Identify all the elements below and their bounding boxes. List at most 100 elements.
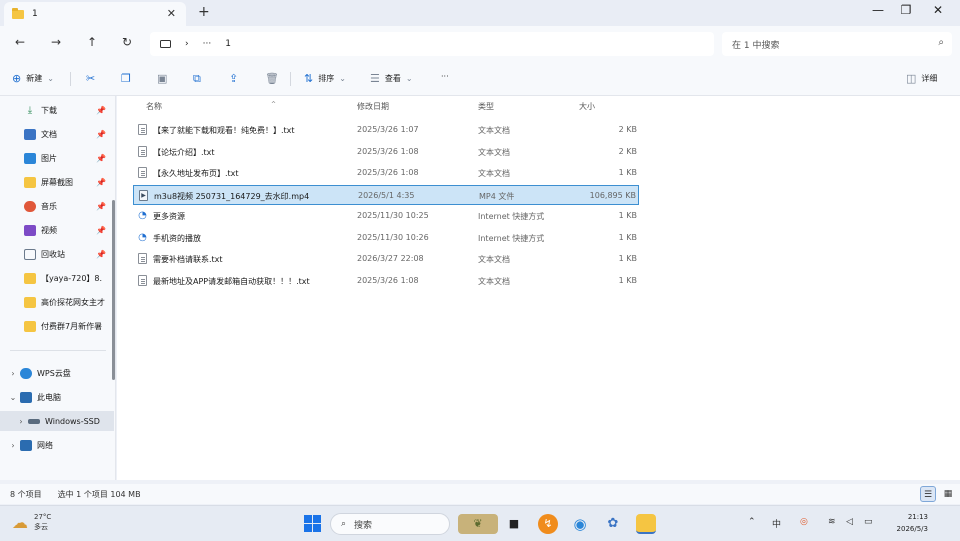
up-button[interactable]: ↑ [84, 35, 100, 49]
tab-title: 1 [32, 9, 38, 19]
rename-button[interactable]: ⧉ [193, 72, 201, 86]
more-options-button[interactable]: ··· [441, 72, 449, 81]
pin-icon: 📌 [96, 201, 106, 211]
table-row[interactable]: 【永久地址发布页】.txt 2025/3/26 1:08 文本文档 1 KB [133, 163, 639, 183]
cut-button[interactable]: ✂ [86, 72, 95, 85]
table-row[interactable]: ◔ 更多资源 2025/11/30 10:25 Internet 快捷方式 1 … [133, 206, 639, 226]
minimize-button[interactable]: — [868, 3, 888, 17]
file-date: 2025/3/26 1:08 [357, 168, 419, 177]
chevron-right-icon[interactable]: › [8, 441, 18, 450]
details-pane-button[interactable]: ◫ 详细 [906, 72, 937, 85]
forward-button[interactable]: → [48, 35, 64, 49]
view-button[interactable]: ☰ 查看 ⌄ [370, 72, 413, 85]
column-header-name[interactable]: 名称 ^ [146, 101, 276, 112]
sidebar-item-videos[interactable]: 视频 📌 [0, 220, 114, 240]
tab-close-icon[interactable]: ✕ [167, 7, 176, 20]
copy-button[interactable]: ❐ [121, 72, 131, 85]
table-row[interactable]: ◔ 手机资的播放 2025/11/30 10:26 Internet 快捷方式 … [133, 228, 639, 248]
search-highlight-image[interactable]: ❦ [458, 514, 498, 534]
column-header-label: 名称 [146, 102, 162, 111]
sidebar-item-pictures[interactable]: 图片 📌 [0, 148, 114, 168]
table-row[interactable]: 最新地址及APP请发邮箱自动获取！！！.txt 2025/3/26 1:08 文… [133, 271, 639, 291]
maximize-button[interactable]: ❐ [896, 3, 916, 17]
file-list: 名称 ^ 修改日期 类型 大小 【来了就能下载和观看！纯免费！】.txt 202… [117, 96, 960, 480]
temperature: 27°C [34, 513, 52, 521]
chevron-up-icon[interactable]: ⌃ [748, 517, 756, 527]
sidebar-item-this-pc[interactable]: ⌄ 此电脑 [0, 387, 114, 407]
table-row-selected[interactable]: ▶ m3u8视频 250731_164729_去水印.mp4 2026/5/1 … [133, 185, 639, 205]
task-view-icon[interactable]: ■ [504, 514, 524, 534]
text-file-icon [138, 146, 147, 157]
selection-info: 选中 1 个项目 104 MB [57, 489, 141, 499]
sidebar-item-label: 下载 [41, 105, 57, 115]
back-button[interactable]: ← [12, 35, 28, 49]
sidebar-item-folder[interactable]: 付费群7月新作暑 [0, 316, 114, 336]
sidebar-item-documents[interactable]: 文档 📌 [0, 124, 114, 144]
sidebar-item-network[interactable]: › 网络 [0, 435, 114, 455]
tab-current[interactable]: 1 ✕ [4, 2, 186, 26]
tiles-view-button[interactable]: ▦ [940, 486, 956, 502]
paste-button[interactable]: ▣ [157, 72, 167, 85]
file-size: 1 KB [618, 168, 637, 177]
pin-icon: 📌 [96, 153, 106, 163]
delete-button[interactable]: 🗑 [265, 72, 279, 85]
wps-tray-icon[interactable]: ◎ [800, 517, 808, 527]
internet-shortcut-icon: ◔ [138, 210, 147, 221]
share-button[interactable]: ⇪ [229, 72, 238, 85]
sidebar-item-label: 图片 [41, 153, 57, 163]
file-type: 文本文档 [478, 148, 510, 157]
sidebar-item-music[interactable]: 音乐 📌 [0, 196, 114, 216]
app-orange-icon[interactable]: ↯ [538, 514, 558, 534]
separator [70, 72, 71, 86]
column-header-date[interactable]: 修改日期 [357, 101, 389, 112]
chevron-right-icon[interactable]: › [8, 369, 18, 378]
clock[interactable]: 21:13 2026/5/3 [886, 511, 928, 535]
sidebar-item-screenshots[interactable]: 屏幕截图 📌 [0, 172, 114, 192]
column-header-size[interactable]: 大小 [579, 101, 595, 112]
file-explorer-icon[interactable] [636, 514, 656, 534]
search-input[interactable]: 在 1 中搜索 ⌕ [722, 32, 952, 56]
details-view-button[interactable]: ☰ [920, 486, 936, 502]
sidebar-item-label: 付费群7月新作暑 [41, 321, 103, 331]
chevron-down-icon[interactable]: ⌄ [8, 393, 18, 402]
sidebar-item-wps-cloud[interactable]: › WPS云盘 [0, 363, 114, 383]
table-row[interactable]: 【论坛介绍】.txt 2025/3/26 1:08 文本文档 2 KB [133, 142, 639, 162]
share-icon: ⇪ [229, 72, 239, 85]
download-icon: ⤓ [27, 104, 33, 116]
app-blue-icon[interactable]: ✿ [603, 514, 623, 534]
details-label: 详细 [921, 74, 938, 83]
input-method-icon[interactable]: 中 [772, 517, 781, 530]
table-row[interactable]: 需要补档请联系.txt 2026/3/27 22:08 文本文档 1 KB [133, 249, 639, 269]
sidebar-item-windows-ssd[interactable]: › Windows-SSD [0, 411, 114, 431]
sidebar-scrollbar[interactable] [112, 200, 115, 380]
column-header-type[interactable]: 类型 [478, 101, 494, 112]
new-button[interactable]: ⊕ 新建 ⌄ [12, 72, 54, 85]
start-button[interactable] [304, 515, 321, 532]
sidebar-item-folder[interactable]: 【yaya-720】8. [0, 268, 114, 288]
volume-icon[interactable]: ◁ [846, 517, 853, 527]
chevron-right-icon[interactable]: › [16, 417, 26, 426]
breadcrumb-current[interactable]: 1 [225, 39, 231, 49]
browser-icon[interactable]: ◉ [570, 514, 590, 534]
sort-button[interactable]: ⇅ 排序 ⌄ [304, 72, 346, 85]
sidebar-item-recycle-bin[interactable]: 回收站 📌 [0, 244, 114, 264]
status-bar: 8 个项目 选中 1 个项目 104 MB [0, 484, 960, 504]
taskbar-search[interactable]: ⌕ 搜索 [330, 513, 450, 535]
weather-widget[interactable]: ☁ 27°C 多云 [12, 512, 51, 532]
new-tab-button[interactable]: + [198, 4, 210, 20]
new-label: 新建 [26, 74, 43, 83]
trash-icon: 🗑 [265, 72, 279, 85]
windows-logo-pane [313, 515, 321, 523]
address-bar[interactable]: › ··· 1 [150, 32, 714, 56]
wifi-icon[interactable]: ≋ [828, 517, 836, 527]
sidebar-item-label: 音乐 [41, 201, 57, 211]
refresh-button[interactable]: ↻ [119, 35, 135, 49]
close-window-button[interactable]: ✕ [928, 3, 948, 17]
battery-icon[interactable]: ▭ [864, 517, 873, 527]
sidebar-item-downloads[interactable]: ⤓ 下载 📌 [0, 100, 114, 120]
title-bar: 1 ✕ + — ❐ ✕ [0, 0, 960, 26]
breadcrumb-more-button[interactable]: ··· [203, 39, 212, 49]
sidebar-item-folder[interactable]: 高价探花网女主才 [0, 292, 114, 312]
folder-icon [12, 7, 24, 19]
table-row[interactable]: 【来了就能下载和观看！纯免费！】.txt 2025/3/26 1:07 文本文档… [133, 120, 639, 140]
